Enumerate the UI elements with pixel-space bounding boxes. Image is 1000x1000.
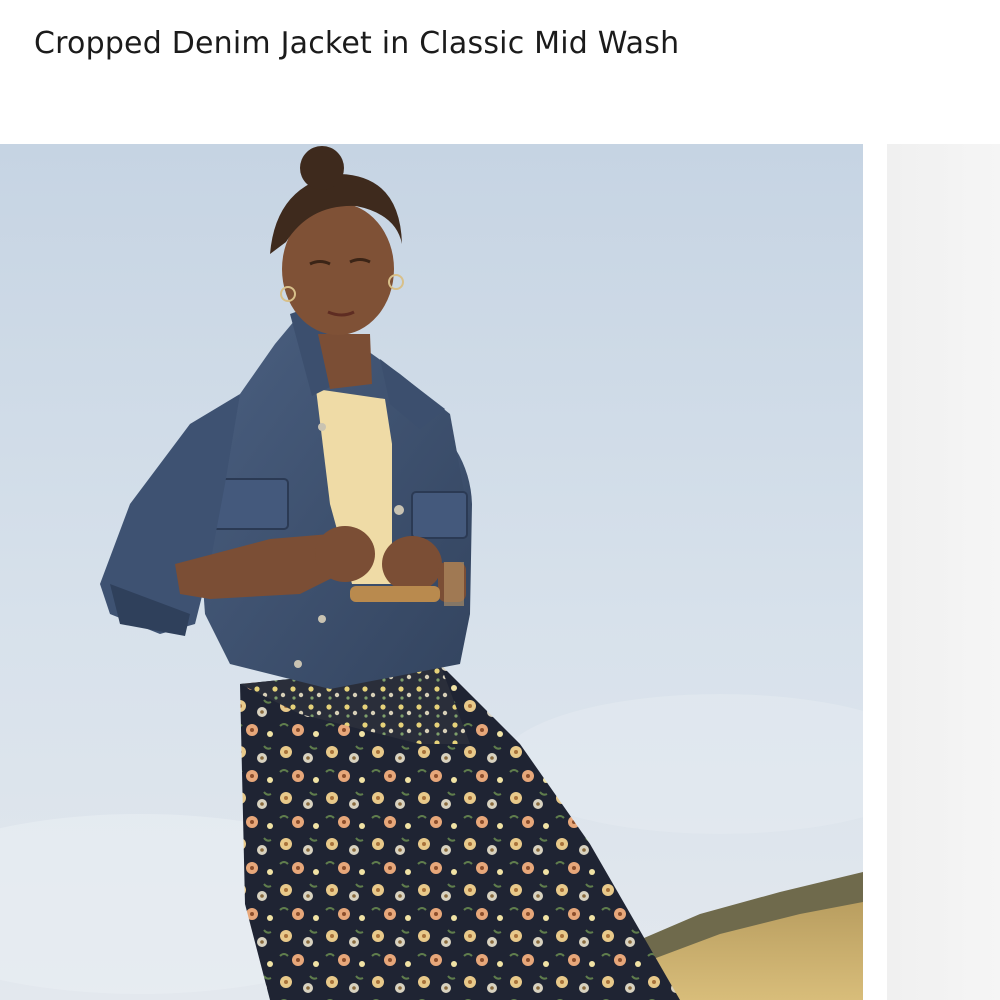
product-image-gallery: [0, 144, 1000, 1000]
model-photo: [0, 144, 863, 1000]
product-main-image[interactable]: [0, 144, 863, 1000]
product-title: Cropped Denim Jacket in Classic Mid Wash: [34, 26, 680, 61]
product-next-image-thumbnail[interactable]: [887, 144, 1000, 1000]
product-page: Cropped Denim Jacket in Classic Mid Wash: [0, 0, 1000, 1000]
